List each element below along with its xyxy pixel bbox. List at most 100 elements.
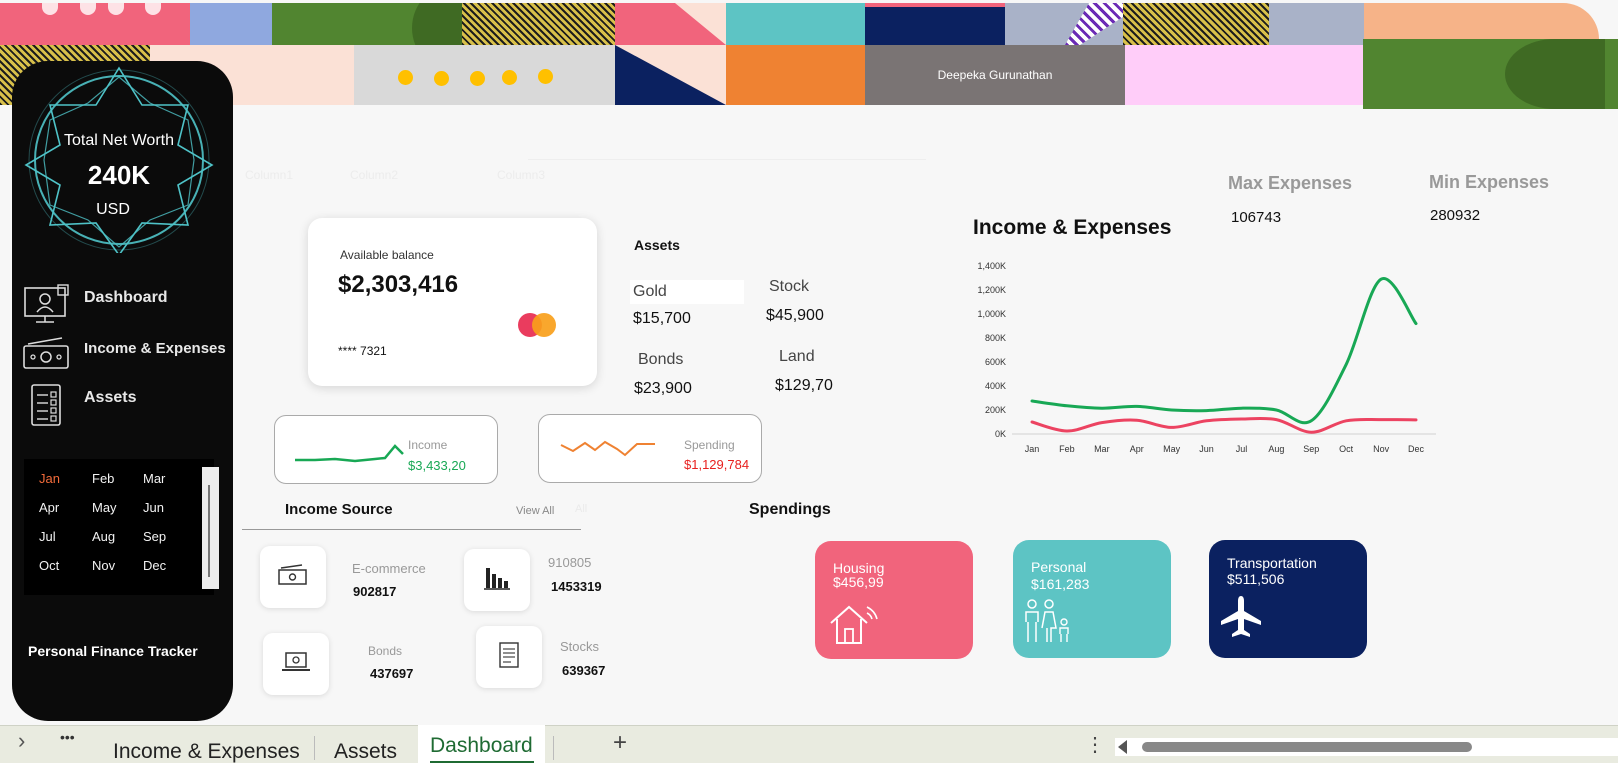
month-apr[interactable]: Apr [39,500,59,515]
x-tick-label: Jan [1025,444,1040,454]
month-dec[interactable]: Dec [143,558,166,573]
series-line-1 [1030,416,1418,434]
y-tick-label: 800K [985,333,1006,343]
month-may[interactable]: May [92,500,117,515]
header-banner: Deepeka Gurunathan [0,0,1618,109]
series-line-0 [1030,277,1418,425]
income-value: $3,433,20 [408,458,466,473]
banner-tile [865,3,1005,45]
card-number: **** 7321 [338,344,387,358]
tab-separator [553,736,554,760]
dashboard-screen: Deepeka Gurunathan Total Net Worth 240K … [0,0,1618,763]
asset-stock-value: $45,900 [766,307,824,324]
cash-icon [22,331,70,375]
income-expenses-chart: 0K 200K 400K 600K 800K 1,000K 1,200K 1,400K Jan F… [977,261,1436,454]
banner-tile [462,3,615,45]
spending-housing-card[interactable]: Housing $456,99 [815,541,973,659]
balance-label: Available balance [340,248,434,262]
spending-card: Spending $1,129,784 [538,414,762,483]
scroll-left-icon[interactable] [1118,740,1127,754]
banner-tile [354,45,615,105]
spending-label: Spending [684,438,735,452]
banner-tile [272,3,462,45]
month-feb[interactable]: Feb [92,471,114,486]
banner-tile [1005,3,1123,45]
airplane-icon [1219,594,1263,641]
view-all-link[interactable]: View All [516,505,554,517]
nav-dashboard[interactable]: Dashboard [22,283,168,327]
month-jun[interactable]: Jun [143,500,164,515]
star-frame-icon [24,66,214,253]
asset-gold-name: Gold [633,283,667,300]
scroll-tabs-button[interactable]: › [18,728,25,754]
spending-personal-card[interactable]: Personal $161,283 [1013,540,1171,658]
faded-divider [528,159,926,160]
month-oct[interactable]: Oct [39,558,59,573]
y-tick-label: 400K [985,381,1006,391]
scroll-thumb[interactable] [1142,742,1472,752]
chart-title: Income & Expenses [973,216,1172,239]
faded-column-1: Column1 [245,168,294,182]
income-source-bonds-tile[interactable] [263,633,329,695]
networth-title: Total Net Worth [64,132,174,149]
tab-income-expenses[interactable]: Income & Expenses [113,740,300,763]
month-mar[interactable]: Mar [143,471,165,486]
slicer-scrollbar[interactable] [202,467,219,589]
tab-assets[interactable]: Assets [334,740,397,763]
more-sheets-button[interactable]: ••• [60,729,75,745]
horizontal-scrollbar[interactable] [1115,738,1618,756]
month-sep[interactable]: Sep [143,529,166,544]
x-tick-label: Mar [1094,444,1110,454]
income-source-910805-value: 1453319 [551,579,602,594]
income-source-title: Income Source [285,501,393,518]
income-source-910805-tile[interactable] [464,549,530,611]
banner-tile [0,3,190,45]
month-nov[interactable]: Nov [92,558,115,573]
banner-tile [1123,3,1269,45]
house-icon [827,601,881,648]
month-jul[interactable]: Jul [39,529,56,544]
tab-options-button[interactable]: ⋮ [1085,732,1105,757]
x-tick-label: Aug [1268,444,1284,454]
nav-assets[interactable]: Assets [22,383,136,427]
banner-tile [615,45,726,105]
spending-transportation-name: Transportation [1227,555,1317,571]
networth-value: 240K [87,160,151,190]
income-sparkline [295,444,404,463]
income-source-stocks-tile[interactable] [476,626,542,688]
money-icon [278,563,308,591]
x-tick-label: Jul [1236,444,1248,454]
checklist-icon [22,383,70,427]
app-title: Personal Finance Tracker [28,643,198,659]
max-expenses-value: 106743 [1231,209,1282,226]
income-source-divider [242,529,581,530]
income-source-910805-name: 910805 [548,555,592,570]
income-source-bonds-value: 437697 [370,666,414,681]
tab-dashboard[interactable]: Dashboard [430,734,533,758]
banner-tile [1269,3,1364,45]
month-jan[interactable]: Jan [39,471,60,486]
banner-tile [726,45,865,105]
document-icon [499,641,519,673]
income-source-ecommerce-value: 902817 [353,584,397,599]
asset-gold-value: $15,700 [633,310,691,327]
x-tick-label: Feb [1059,444,1075,454]
income-source-ecommerce-tile[interactable] [260,546,326,608]
spending-transportation-value: $511,506 [1227,571,1285,587]
asset-land-name: Land [779,348,815,365]
nav-income-expenses[interactable]: Income & Expenses [22,331,226,375]
spending-personal-value: $161,283 [1031,576,1090,592]
y-tick-label: 600K [985,357,1006,367]
mastercard-icon [518,313,558,337]
spending-transportation-card[interactable]: Transportation $511,506 [1209,540,1367,658]
add-sheet-button[interactable]: + [613,729,627,757]
x-tick-label: Dec [1408,444,1425,454]
month-aug[interactable]: Aug [92,529,115,544]
banner-tile [615,3,726,45]
faded-column-3: Column3 [497,168,546,182]
banner-tile: Deepeka Gurunathan [865,45,1125,105]
banner-tile [1363,39,1618,109]
nav-income-expenses-label: Income & Expenses [84,339,226,357]
banner-tile [1364,3,1599,39]
banner-tile [190,3,272,45]
